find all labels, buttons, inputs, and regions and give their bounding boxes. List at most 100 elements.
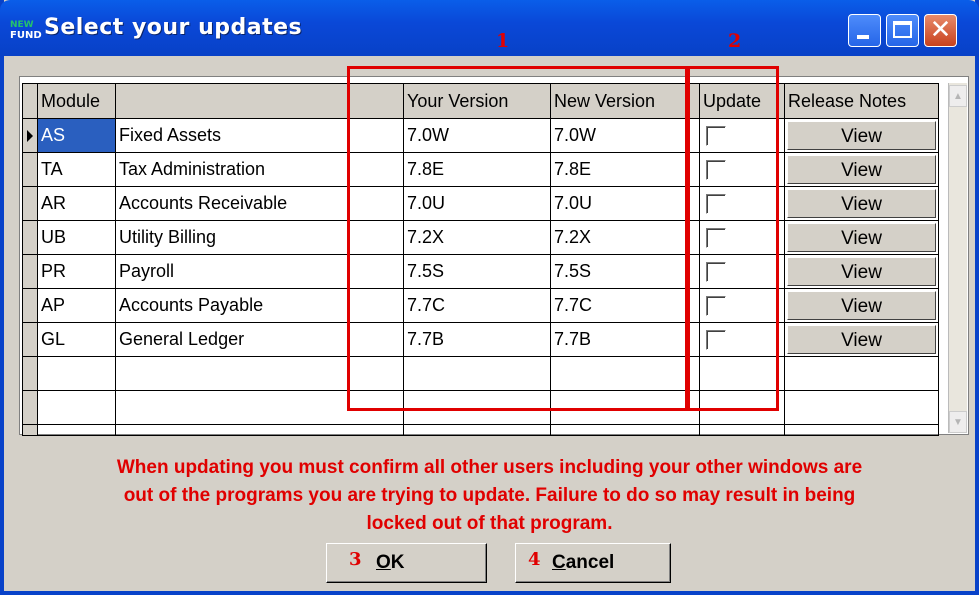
table-row[interactable]: UB Utility Billing 7.2X 7.2X View	[22, 220, 939, 255]
empty-cell	[784, 356, 939, 391]
view-notes-button[interactable]: View	[787, 223, 936, 252]
your-version[interactable]: 7.7C	[403, 288, 551, 323]
new-version[interactable]: 7.2X	[550, 220, 700, 255]
modules-table: Module Your Version New Version Update R…	[22, 83, 939, 436]
new-version[interactable]: 7.7C	[550, 288, 700, 323]
update-cell	[699, 322, 785, 357]
new-version[interactable]: 7.5S	[550, 254, 700, 289]
your-version[interactable]: 7.0U	[403, 186, 551, 221]
scroll-up-arrow-icon[interactable]: ▲	[949, 85, 967, 107]
update-checkbox[interactable]	[706, 296, 726, 317]
release-notes-cell: View	[784, 186, 939, 221]
update-checkbox[interactable]	[706, 160, 726, 181]
update-cell	[699, 118, 785, 153]
update-checkbox[interactable]	[706, 228, 726, 249]
empty-cell	[699, 390, 785, 425]
module-code[interactable]: PR	[37, 254, 116, 289]
close-button[interactable]: ✕	[924, 14, 957, 47]
row-indicator	[22, 424, 38, 436]
module-code[interactable]: UB	[37, 220, 116, 255]
scroll-down-arrow-icon[interactable]: ▼	[949, 411, 967, 433]
module-name[interactable]: Payroll	[115, 254, 404, 289]
update-checkbox[interactable]	[706, 262, 726, 283]
header-new-version[interactable]: New Version	[550, 83, 700, 119]
your-version[interactable]: 7.2X	[403, 220, 551, 255]
empty-cell	[37, 390, 116, 425]
view-notes-button[interactable]: View	[787, 155, 936, 184]
maximize-button[interactable]	[886, 14, 919, 47]
update-checkbox[interactable]	[706, 330, 726, 351]
release-notes-cell: View	[784, 254, 939, 289]
module-code[interactable]: AS	[37, 118, 116, 153]
empty-cell	[784, 424, 939, 436]
empty-cell	[37, 356, 116, 391]
view-notes-button[interactable]: View	[787, 291, 936, 320]
module-name[interactable]: Utility Billing	[115, 220, 404, 255]
header-update[interactable]: Update	[699, 83, 785, 119]
module-code[interactable]: TA	[37, 152, 116, 187]
release-notes-cell: View	[784, 220, 939, 255]
header-your-version[interactable]: Your Version	[403, 83, 551, 119]
header-release-notes[interactable]: Release Notes	[784, 83, 939, 119]
view-notes-button[interactable]: View	[787, 121, 936, 150]
table-row[interactable]: TA Tax Administration 7.8E 7.8E View	[22, 152, 939, 187]
table-row[interactable]: AP Accounts Payable 7.7C 7.7C View	[22, 288, 939, 323]
ok-label-rest: K	[390, 552, 405, 573]
ok-button[interactable]: 3 OK	[326, 543, 487, 583]
empty-cell	[403, 424, 551, 436]
your-version[interactable]: 7.0W	[403, 118, 551, 153]
minimize-button[interactable]	[848, 14, 881, 47]
vertical-scrollbar[interactable]: ▲ ▼	[948, 83, 967, 433]
new-version[interactable]: 7.8E	[550, 152, 700, 187]
cancel-button[interactable]: 4 Cancel	[515, 543, 671, 583]
empty-row[interactable]	[22, 424, 939, 436]
annotation-2: 2	[728, 30, 742, 52]
module-name[interactable]: Accounts Payable	[115, 288, 404, 323]
empty-row[interactable]	[22, 356, 939, 391]
module-name[interactable]: Tax Administration	[115, 152, 404, 187]
your-version[interactable]: 7.7B	[403, 322, 551, 357]
module-name[interactable]: General Ledger	[115, 322, 404, 357]
update-cell	[699, 220, 785, 255]
your-version[interactable]: 7.5S	[403, 254, 551, 289]
header-name[interactable]	[115, 83, 404, 119]
empty-cell	[37, 424, 116, 436]
update-cell	[699, 186, 785, 221]
view-notes-button[interactable]: View	[787, 325, 936, 354]
update-cell	[699, 254, 785, 289]
table-row[interactable]: AR Accounts Receivable 7.0U 7.0U View	[22, 186, 939, 221]
row-indicator	[22, 220, 38, 255]
empty-cell	[550, 390, 700, 425]
ok-label: OK	[376, 544, 405, 582]
view-notes-button[interactable]: View	[787, 257, 936, 286]
update-checkbox[interactable]	[706, 194, 726, 215]
row-indicator	[22, 118, 38, 153]
module-code[interactable]: AP	[37, 288, 116, 323]
table-row[interactable]: AS Fixed Assets 7.0W 7.0W View	[22, 118, 939, 153]
row-indicator	[22, 288, 38, 323]
module-code[interactable]: AR	[37, 186, 116, 221]
empty-cell	[550, 356, 700, 391]
new-version[interactable]: 7.0U	[550, 186, 700, 221]
header-indicator	[22, 83, 38, 119]
row-indicator	[22, 152, 38, 187]
table-row[interactable]: PR Payroll 7.5S 7.5S View	[22, 254, 939, 289]
annotation-1: 1	[496, 30, 510, 52]
update-checkbox[interactable]	[706, 126, 726, 147]
title-bar[interactable]: NEW FUND Select your updates 1 2 ✕	[0, 0, 979, 56]
new-version[interactable]: 7.0W	[550, 118, 700, 153]
view-notes-button[interactable]: View	[787, 189, 936, 218]
your-version[interactable]: 7.8E	[403, 152, 551, 187]
empty-row[interactable]	[22, 390, 939, 425]
current-row-arrow-icon	[27, 129, 33, 142]
header-module[interactable]: Module	[37, 83, 116, 119]
logo-line2: FUND	[10, 30, 42, 41]
cancel-label: Cancel	[552, 544, 614, 582]
new-version[interactable]: 7.7B	[550, 322, 700, 357]
empty-cell	[115, 390, 404, 425]
empty-cell	[699, 356, 785, 391]
module-name[interactable]: Fixed Assets	[115, 118, 404, 153]
module-code[interactable]: GL	[37, 322, 116, 357]
table-row[interactable]: GL General Ledger 7.7B 7.7B View	[22, 322, 939, 357]
module-name[interactable]: Accounts Receivable	[115, 186, 404, 221]
